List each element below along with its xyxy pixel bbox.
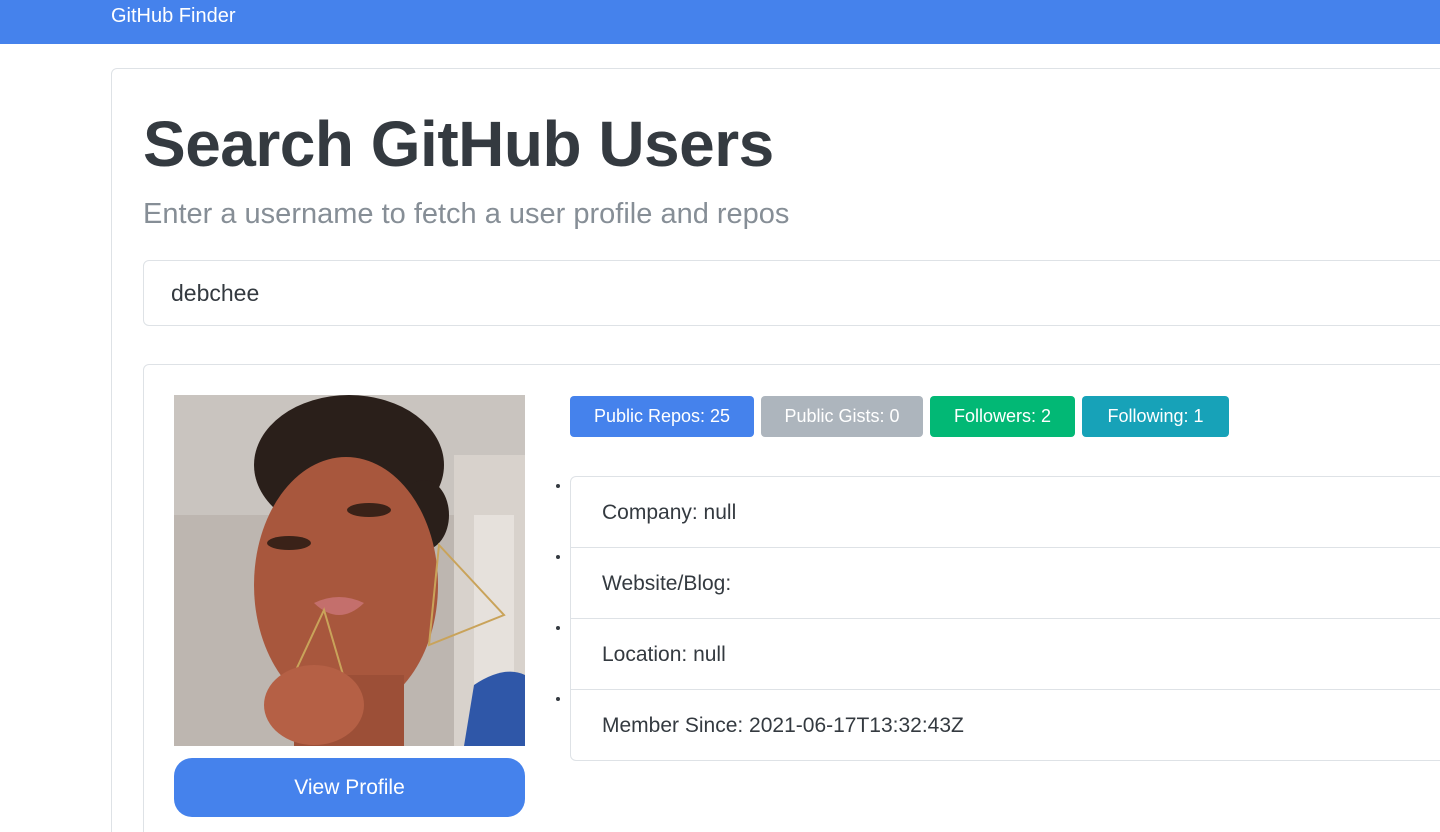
- member-since-text: Member Since: 2021-06-17T13:32:43Z: [602, 714, 964, 737]
- website-text: Website/Blog:: [602, 572, 732, 595]
- list-item-website: Website/Blog:: [571, 548, 1440, 619]
- public-gists-badge: Public Gists: 0: [761, 396, 923, 437]
- user-avatar: [174, 395, 525, 746]
- navbar-brand-link[interactable]: GitHub Finder: [111, 4, 236, 28]
- list-item-company: Company: null: [571, 477, 1440, 548]
- location-text: Location: null: [602, 643, 726, 666]
- page-title: Search GitHub Users: [143, 108, 774, 180]
- followers-badge: Followers: 2: [930, 396, 1075, 437]
- search-input[interactable]: [143, 260, 1440, 326]
- following-badge: Following: 1: [1082, 396, 1229, 437]
- page-lead: Enter a username to fetch a user profile…: [143, 198, 790, 230]
- user-avatar-photo-icon: [174, 395, 525, 746]
- company-text: Company: null: [602, 501, 737, 524]
- profile-details-list: Company: null Website/Blog: Location: nu…: [570, 476, 1440, 761]
- list-item-location: Location: null: [571, 619, 1440, 690]
- public-repos-badge: Public Repos: 25: [570, 396, 754, 437]
- view-profile-button[interactable]: View Profile: [174, 758, 525, 817]
- list-item-member-since: Member Since: 2021-06-17T13:32:43Z: [571, 690, 1440, 761]
- navbar: GitHub Finder: [0, 0, 1440, 44]
